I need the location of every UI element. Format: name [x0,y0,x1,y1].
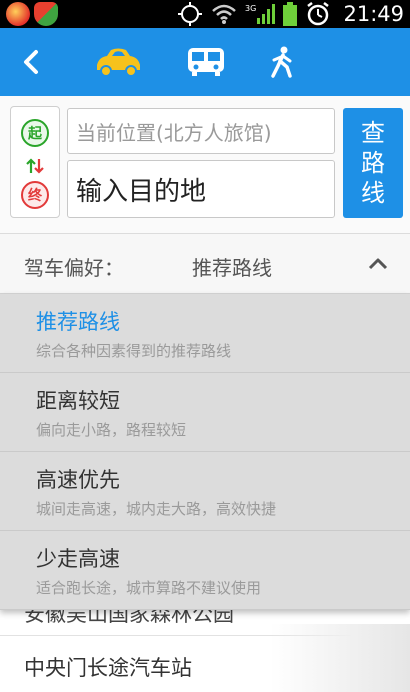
signal-icon: 3G [245,4,276,24]
option-title: 高速优先 [36,468,120,492]
search-route-button[interactable]: 查 路 线 [343,108,403,218]
preference-label: 驾车偏好： [24,256,124,280]
search-route-label-2: 路 [361,149,385,177]
back-icon[interactable] [16,46,48,78]
notification-icons [6,2,58,26]
shield-notification-icon [34,2,58,26]
option-description: 综合各种因素得到的推荐路线 [36,342,232,360]
title-bar [0,28,410,96]
alarm-icon [307,2,330,26]
svg-text:3G: 3G [245,4,256,13]
route-panel: 起 终 当前位置(北方人旅馆) 输入目的地 查 路 线 [0,96,410,234]
app-notification-icon [6,2,30,26]
bus-icon [188,48,224,76]
tab-bus[interactable] [184,42,228,82]
list-item-label: 中央门长途汽车站 [24,656,192,680]
edge-shadow [270,624,410,692]
option-description: 偏向走小路，路程较短 [36,421,187,439]
driving-preference-header[interactable]: 驾车偏好： 推荐路线 [0,234,410,294]
option-shortest[interactable]: 距离较短 偏向走小路，路程较短 [0,373,410,452]
option-highway-first[interactable]: 高速优先 城间走高速，城内走大路，高效快捷 [0,452,410,531]
chevron-up-icon[interactable] [366,254,390,274]
search-route-label-1: 查 [361,119,385,147]
tab-car[interactable] [92,42,144,82]
preference-dropdown: 推荐路线 综合各种因素得到的推荐路线 距离较短 偏向走小路，路程较短 高速优先 … [0,294,410,610]
tab-walk[interactable] [264,42,300,82]
option-title: 距离较短 [36,389,120,413]
walk-icon [271,46,292,78]
clock: 21:49 [343,2,404,26]
option-title: 推荐路线 [36,310,120,334]
system-icons: 3G 21:49 [177,0,404,28]
option-avoid-highway[interactable]: 少走高速 适合跑长途，城市算路不建议使用 [0,531,410,610]
destination-field[interactable]: 输入目的地 [67,160,335,218]
option-title: 少走高速 [36,547,120,571]
option-recommended[interactable]: 推荐路线 综合各种因素得到的推荐路线 [0,294,410,373]
origin-field[interactable]: 当前位置(北方人旅馆) [67,108,335,154]
option-description: 适合跑长途，城市算路不建议使用 [36,579,262,597]
search-route-label-3: 线 [361,179,385,207]
start-badge: 起 [21,119,49,147]
car-icon [97,48,140,77]
swap-icon[interactable] [25,157,45,175]
status-bar: 3G 21:49 [0,0,410,28]
end-badge: 终 [21,181,49,209]
endpoint-markers: 起 终 [10,106,60,218]
list-item-label: 安徽吴山国家森林公园 [24,610,234,626]
preference-value: 推荐路线 [192,256,272,280]
wifi-icon [212,4,237,24]
option-description: 城间走高速，城内走大路，高效快捷 [36,500,277,518]
battery-icon [283,2,298,26]
gps-icon [178,2,203,26]
